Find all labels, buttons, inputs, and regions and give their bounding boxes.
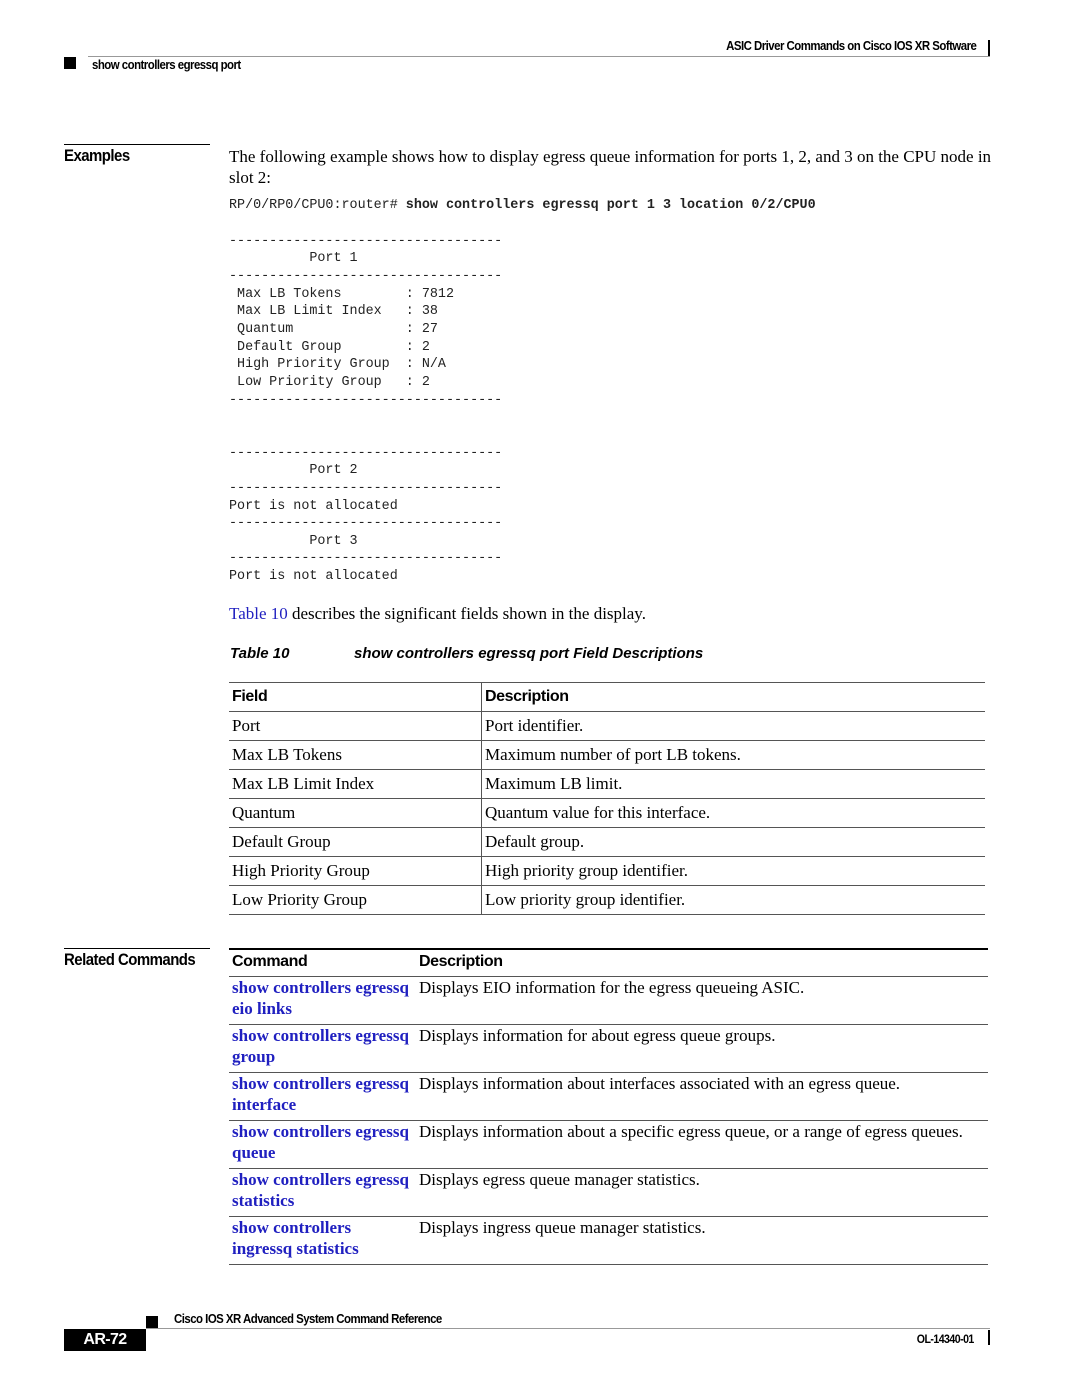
table-row: Quantum Quantum value for this interface. <box>229 798 985 828</box>
reference-text: describes the significant fields shown i… <box>287 604 646 623</box>
field-name: Quantum <box>229 798 482 828</box>
field-description: Default group. <box>481 827 985 857</box>
book-title: Cisco IOS XR Advanced System Command Ref… <box>174 1311 442 1326</box>
table-row: show controllers egressq interface Displa… <box>229 1072 988 1121</box>
command-title: show controllers egressq port <box>92 57 241 72</box>
related-command-link[interactable]: show controllers egressq statistics <box>229 1168 416 1217</box>
field-description: Low priority group identifier. <box>481 885 985 915</box>
table-row: Low Priority Group Low priority group ide… <box>229 885 985 915</box>
chapter-title: ASIC Driver Commands on Cisco IOS XR Sof… <box>725 38 977 53</box>
examples-heading: Examples <box>64 146 130 165</box>
related-command-link[interactable]: show controllers egressq interface <box>229 1072 416 1121</box>
field-name: Max LB Tokens <box>229 740 482 770</box>
field-name: Low Priority Group <box>229 885 482 915</box>
related-command-link[interactable]: show controllers ingressq statistics <box>229 1216 416 1265</box>
table-row: show controllers ingressq statistics Disp… <box>229 1216 988 1265</box>
command-line: RP/0/RP0/CPU0:router# show controllers e… <box>229 198 816 213</box>
field-name: Default Group <box>229 827 482 857</box>
field-description: Maximum number of port LB tokens. <box>481 740 985 770</box>
table-row: High Priority Group High priority group i… <box>229 856 985 886</box>
field-name: High Priority Group <box>229 856 482 886</box>
footer-rule <box>146 1328 990 1329</box>
related-command-description: Displays information about a specific eg… <box>416 1120 988 1169</box>
field-name: Port <box>229 711 482 741</box>
related-command-description: Displays information for about egress qu… <box>416 1024 988 1073</box>
examples-intro: The following example shows how to displ… <box>229 147 992 187</box>
column-header-description: Description <box>416 948 988 977</box>
header-marker <box>64 57 76 69</box>
footer-bar <box>988 1330 990 1345</box>
table-row: show controllers egressq queue Displays i… <box>229 1120 988 1169</box>
field-description: Maximum LB limit. <box>481 769 985 799</box>
related-command-description: Displays information about interfaces as… <box>416 1072 988 1121</box>
header-bar <box>988 40 990 56</box>
related-rule <box>64 948 210 949</box>
examples-rule <box>64 144 210 145</box>
table-row: Port Port identifier. <box>229 711 985 741</box>
field-descriptions-table: Field Description Port Port identifier. Ma… <box>229 682 985 915</box>
field-description: Port identifier. <box>481 711 985 741</box>
related-command-link[interactable]: show controllers egressq queue <box>229 1120 416 1169</box>
table-10-link[interactable]: Table 10 <box>229 604 288 623</box>
column-header-description: Description <box>481 682 985 712</box>
field-name: Max LB Limit Index <box>229 769 482 799</box>
related-command-link[interactable]: show controllers egressq group <box>229 1024 416 1073</box>
table-row: Max LB Limit Index Maximum LB limit. <box>229 769 985 799</box>
document-page: ASIC Driver Commands on Cisco IOS XR Sof… <box>0 0 1080 1397</box>
field-description: Quantum value for this interface. <box>481 798 985 828</box>
related-heading: Related Commands <box>64 950 196 969</box>
table-row: show controllers egressq statistics Displ… <box>229 1168 988 1217</box>
related-command-description: Displays ingress queue manager statistic… <box>416 1216 988 1265</box>
command-output: ---------------------------------- Port … <box>229 233 503 585</box>
table-row: show controllers egressq group Displays i… <box>229 1024 988 1073</box>
command-text: show controllers egressq port 1 3 locati… <box>405 198 816 213</box>
related-commands-table: Command Description show controllers egr… <box>229 948 988 1265</box>
table-caption-number: Table 10 <box>230 645 290 662</box>
table-caption-title: show controllers egressq port Field Desc… <box>354 645 704 662</box>
table-row: Default Group Default group. <box>229 827 985 857</box>
prompt: RP/0/RP0/CPU0:router# <box>229 198 398 213</box>
column-header-command: Command <box>229 948 416 977</box>
table-row: Max LB Tokens Maximum number of port LB t… <box>229 740 985 770</box>
related-command-description: Displays EIO information for the egress … <box>416 976 988 1025</box>
page-number: AR-72 <box>64 1329 146 1351</box>
related-command-link[interactable]: show controllers egressq eio links <box>229 976 416 1025</box>
document-id: OL-14340-01 <box>916 1332 975 1346</box>
footer-marker <box>146 1316 158 1328</box>
table-reference: Table 10 describes the significant field… <box>229 603 646 624</box>
field-description: High priority group identifier. <box>481 856 985 886</box>
related-command-description: Displays egress queue manager statistics… <box>416 1168 988 1217</box>
column-header-field: Field <box>229 682 482 712</box>
table-row: show controllers egressq eio links Displa… <box>229 976 988 1025</box>
